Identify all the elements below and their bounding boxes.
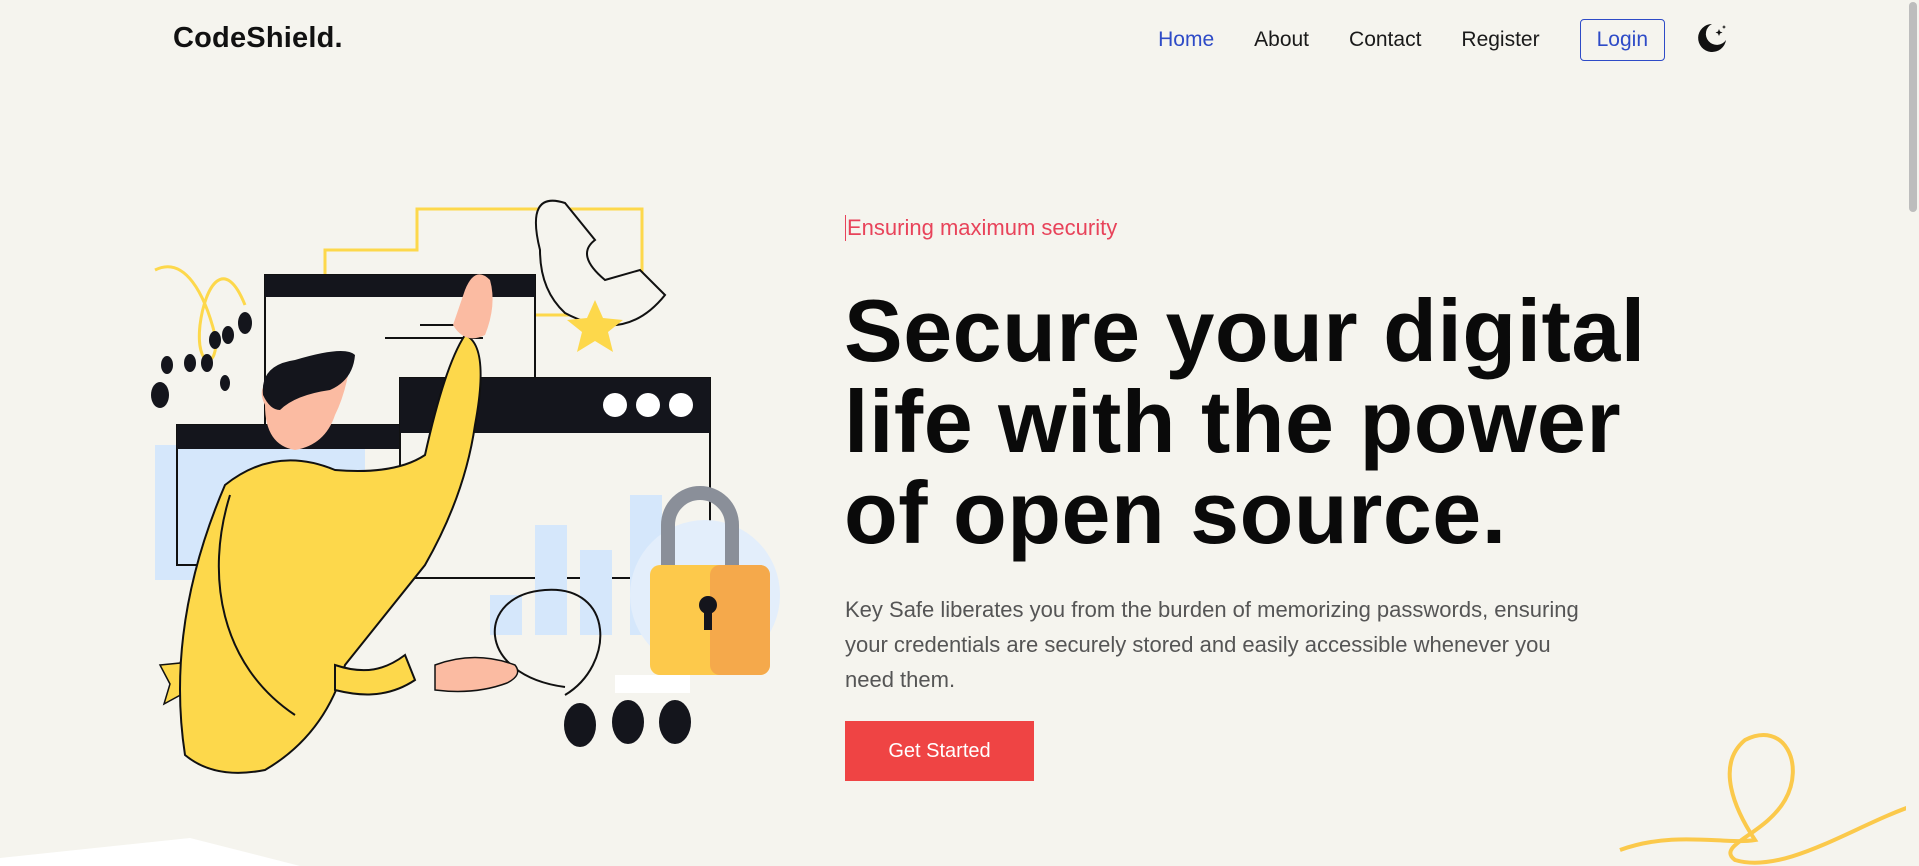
brand-logo[interactable]: CodeShield.	[173, 22, 343, 55]
headline-line: Secure your digital	[844, 281, 1646, 380]
moon-stars-icon	[1698, 24, 1726, 52]
nav-register[interactable]: Register	[1461, 28, 1539, 52]
nav-home[interactable]: Home	[1158, 28, 1214, 52]
main-nav: Home About Contact Register Login	[1118, 18, 1665, 62]
headline-line: life with the power	[844, 372, 1622, 471]
hero-headline: Secure your digital life with the power …	[844, 285, 1744, 558]
hero-description: Key Safe liberates you from the burden o…	[845, 597, 1579, 692]
scrollbar-thumb[interactable]	[1909, 2, 1917, 212]
login-button[interactable]: Login	[1579, 19, 1665, 61]
person-with-padlock-illustration	[151, 199, 780, 774]
nav-contact[interactable]: Contact	[1349, 28, 1421, 52]
headline-line: of open source.	[844, 463, 1507, 562]
squiggle-decoration	[1619, 733, 1915, 865]
bottom-wedge-decoration	[0, 838, 300, 866]
nav-about[interactable]: About	[1254, 28, 1309, 52]
hero-eyebrow: Ensuring maximum security	[845, 215, 1118, 241]
scrollbar[interactable]	[1906, 0, 1919, 866]
hero-illustration	[145, 195, 795, 795]
get-started-button[interactable]: Get Started	[845, 721, 1034, 781]
theme-toggle-button[interactable]	[1695, 21, 1729, 55]
